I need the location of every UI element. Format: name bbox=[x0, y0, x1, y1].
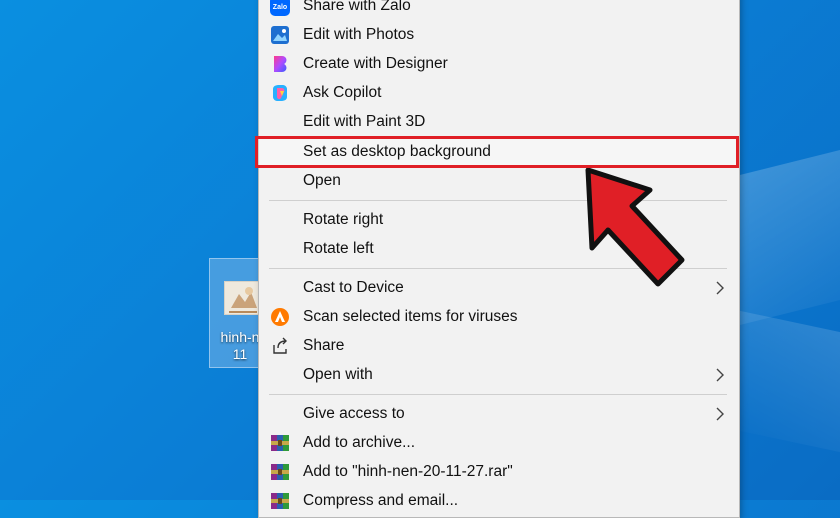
menu-item-add-to-archive[interactable]: Add to archive... bbox=[259, 429, 739, 457]
menu-item-label: Compress and email... bbox=[303, 492, 459, 509]
menu-item-add-to-rar[interactable]: Add to "hinh-nen-20-11-27.rar" bbox=[259, 458, 739, 486]
designer-icon bbox=[270, 54, 290, 74]
menu-item-label: Rotate right bbox=[303, 211, 384, 228]
menu-item-label: Ask Copilot bbox=[303, 84, 382, 101]
chevron-right-icon bbox=[715, 367, 725, 383]
share-icon bbox=[270, 336, 290, 356]
menu-item-label: Add to "hinh-nen-20-11-27.rar" bbox=[303, 463, 513, 480]
menu-item-label: Open bbox=[303, 172, 341, 189]
copilot-icon bbox=[270, 83, 290, 103]
menu-item-create-with-designer[interactable]: Create with Designer bbox=[259, 50, 739, 78]
menu-item-scan-for-viruses[interactable]: Scan selected items for viruses bbox=[259, 303, 739, 331]
menu-item-set-as-desktop-background[interactable]: Set as desktop background bbox=[259, 138, 739, 166]
menu-item-label: Cast to Device bbox=[303, 279, 404, 296]
menu-item-edit-with-paint-3d[interactable]: Edit with Paint 3D bbox=[259, 108, 739, 136]
menu-item-label: Give access to bbox=[303, 405, 405, 422]
menu-item-share-with-zalo[interactable]: Zalo Share with Zalo bbox=[259, 0, 739, 20]
photos-icon bbox=[270, 25, 290, 45]
zalo-icon-text: Zalo bbox=[273, 4, 287, 11]
winrar-icon bbox=[270, 462, 290, 482]
menu-item-label: Share with Zalo bbox=[303, 0, 411, 14]
menu-item-give-access-to[interactable]: Give access to bbox=[259, 400, 739, 428]
menu-item-label: Edit with Paint 3D bbox=[303, 113, 426, 130]
menu-item-share[interactable]: Share bbox=[259, 332, 739, 360]
menu-item-compress-and-email[interactable]: Compress and email... bbox=[259, 487, 739, 515]
menu-separator bbox=[269, 394, 727, 395]
menu-item-label: Set as desktop background bbox=[303, 143, 491, 160]
menu-item-label: Open with bbox=[303, 366, 373, 383]
menu-item-label: Edit with Photos bbox=[303, 26, 415, 43]
zalo-icon: Zalo bbox=[270, 0, 290, 16]
menu-item-label: Scan selected items for viruses bbox=[303, 308, 518, 325]
menu-item-label: Rotate left bbox=[303, 240, 374, 257]
avast-icon bbox=[270, 307, 290, 327]
menu-item-label: Create with Designer bbox=[303, 55, 448, 72]
image-thumbnail bbox=[224, 281, 260, 315]
winrar-icon bbox=[270, 433, 290, 453]
menu-item-ask-copilot[interactable]: Ask Copilot bbox=[259, 79, 739, 107]
menu-item-open-with[interactable]: Open with bbox=[259, 361, 739, 389]
winrar-icon bbox=[270, 491, 290, 511]
menu-item-label: Add to archive... bbox=[303, 434, 416, 451]
chevron-right-icon bbox=[715, 406, 725, 422]
menu-item-label: Share bbox=[303, 337, 345, 354]
red-arrow-annotation bbox=[580, 167, 690, 293]
menu-item-edit-with-photos[interactable]: Edit with Photos bbox=[259, 21, 739, 49]
chevron-right-icon bbox=[715, 280, 725, 296]
